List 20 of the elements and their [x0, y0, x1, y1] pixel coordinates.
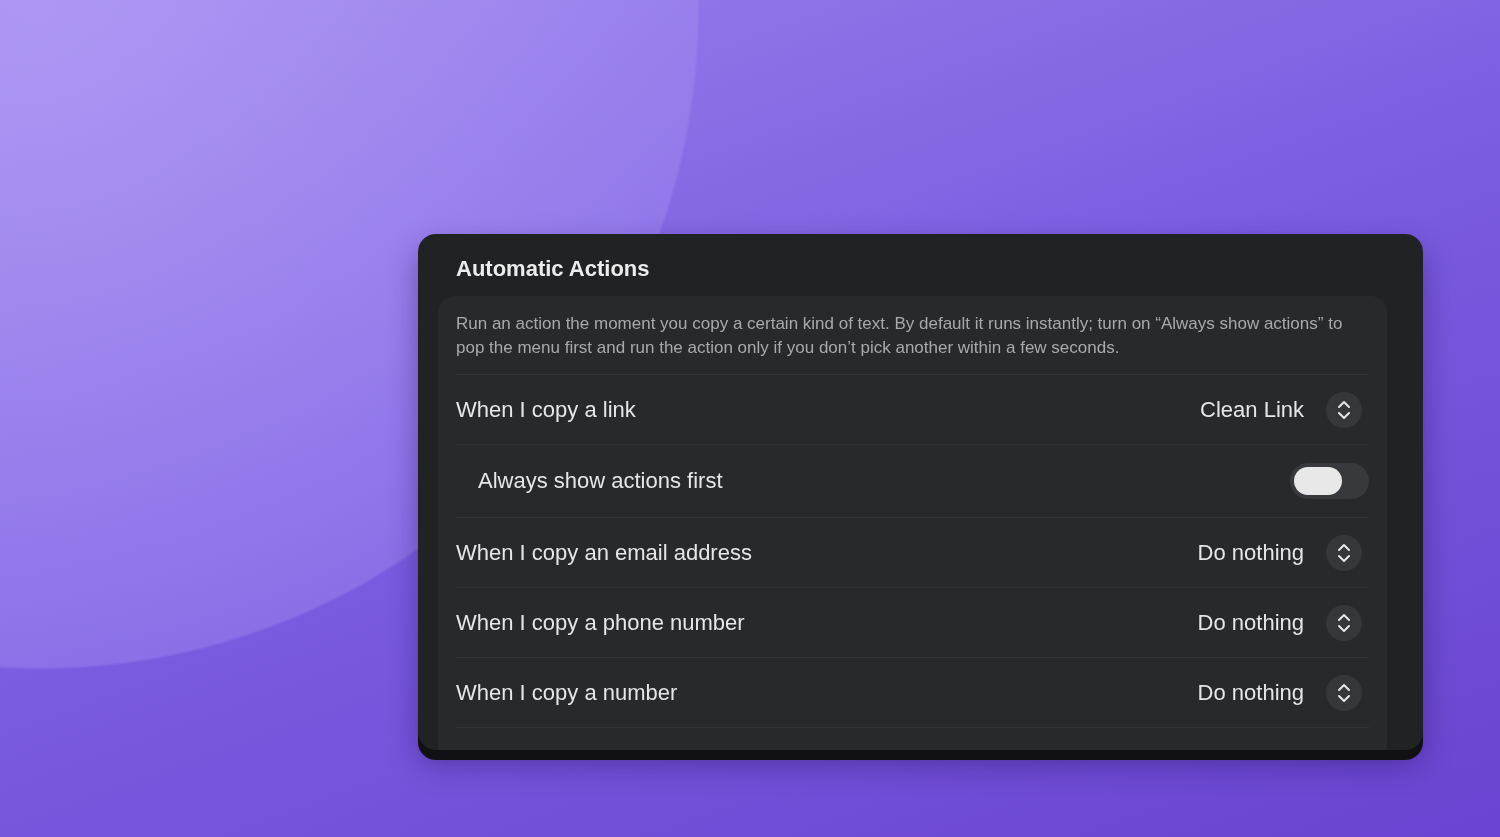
popup-stepper[interactable]: [1326, 534, 1362, 571]
description-text: Run an action the moment you copy a certain kind of text. By default it runs instantly; turn on “Always show actions” to pop the menu first and run the action only if you don’t pick another within a few seconds.: [456, 312, 1369, 375]
popup-stepper[interactable]: [1326, 604, 1362, 641]
popup-value[interactable]: Do nothing: [1197, 539, 1304, 566]
section-title: Automatic Actions: [455, 256, 651, 283]
popup-value[interactable]: Clean Link: [1200, 396, 1304, 423]
up-down-chevron-icon: [1337, 682, 1351, 703]
toggle-switch[interactable]: [1290, 463, 1369, 499]
popup-value[interactable]: Do nothing: [1197, 609, 1304, 636]
popup-stepper[interactable]: [1326, 391, 1362, 428]
up-down-chevron-icon: [1337, 612, 1351, 633]
setting-label: When I copy a link: [456, 396, 636, 423]
setting-label: When I copy a number: [456, 679, 678, 706]
setting-label: When I copy an email address: [456, 539, 752, 566]
popup-stepper[interactable]: [1326, 674, 1362, 711]
up-down-chevron-icon: [1337, 399, 1351, 420]
setting-label: Always show actions first: [478, 468, 723, 494]
up-down-chevron-icon: [1337, 542, 1351, 563]
popup-value[interactable]: Do nothing: [1197, 679, 1304, 706]
setting-label: When I copy a phone number: [456, 609, 745, 636]
